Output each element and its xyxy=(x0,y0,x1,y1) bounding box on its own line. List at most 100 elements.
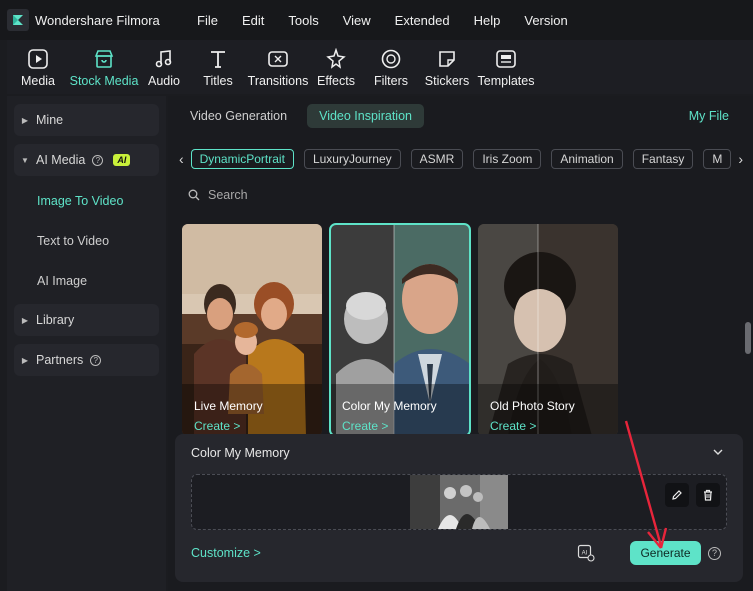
toolbar-templates[interactable]: Templates xyxy=(475,40,537,94)
sidebar-item-mine[interactable]: ▶ Mine xyxy=(14,104,159,136)
toolbar-transitions[interactable]: Transitions xyxy=(247,40,309,94)
pencil-icon xyxy=(672,490,682,500)
caret-right-icon: ▶ xyxy=(21,315,29,325)
toolbar-label: Templates xyxy=(477,74,535,88)
menu-version[interactable]: Version xyxy=(512,13,579,28)
template-card-color-my-memory[interactable]: Color My Memory Create > xyxy=(329,223,471,437)
chip-animation[interactable]: Animation xyxy=(551,149,623,169)
search-icon xyxy=(188,189,200,201)
chevron-down-icon[interactable] xyxy=(713,448,723,456)
menu-bar: File Edit Tools View Extended Help Versi… xyxy=(185,13,580,28)
caret-right-icon: ▶ xyxy=(21,115,29,125)
generate-button[interactable]: Generate xyxy=(630,541,701,565)
chip-iris-zoom[interactable]: Iris Zoom xyxy=(473,149,542,169)
create-link[interactable]: Create > xyxy=(490,419,536,433)
menu-help[interactable]: Help xyxy=(462,13,513,28)
trash-icon xyxy=(704,489,712,501)
sub-tabs: Video Generation Video Inspiration xyxy=(178,104,432,128)
caret-down-icon: ▼ xyxy=(21,155,29,165)
chip-luxury-journey[interactable]: LuxuryJourney xyxy=(303,149,401,169)
toolbar-label: Filters xyxy=(373,74,409,88)
panel-title: Color My Memory xyxy=(191,446,290,460)
card-title: Color My Memory xyxy=(342,399,437,413)
sidebar-item-image-to-video[interactable]: Image To Video xyxy=(37,194,123,208)
sidebar-item-ai-image[interactable]: AI Image xyxy=(37,274,87,288)
sidebar-item-ai-media[interactable]: ▼ AI Media ? AI xyxy=(14,144,159,176)
uploaded-image-thumbnail xyxy=(410,475,508,529)
category-chips: ‹ DynamicPortrait LuxuryJourney ASMR Iri… xyxy=(176,149,746,169)
image-upload-area[interactable] xyxy=(191,474,727,530)
chevron-right-icon[interactable]: › xyxy=(735,151,746,167)
search-box[interactable]: Search xyxy=(188,188,248,202)
toolbar-audio[interactable]: Audio xyxy=(139,40,189,94)
scrollbar-thumb[interactable] xyxy=(745,322,751,354)
card-title: Live Memory xyxy=(194,399,263,413)
toolbar-label: Transitions xyxy=(247,74,309,88)
chevron-left-icon[interactable]: ‹ xyxy=(176,151,187,167)
main-toolbar: Media Stock Media Audio Titles Transitio… xyxy=(7,40,753,94)
toolbar-stickers[interactable]: Stickers xyxy=(419,40,475,94)
tab-video-inspiration[interactable]: Video Inspiration xyxy=(307,104,424,128)
template-card-old-photo-story[interactable]: Old Photo Story Create > xyxy=(478,224,618,436)
sidebar-item-partners[interactable]: ▶ Partners ? xyxy=(14,344,159,376)
effects-icon xyxy=(326,48,346,69)
sidebar-item-label: AI Media xyxy=(36,153,86,167)
create-link[interactable]: Create > xyxy=(194,419,240,433)
sidebar-item-library[interactable]: ▶ Library xyxy=(14,304,159,336)
toolbar-titles[interactable]: Titles xyxy=(189,40,247,94)
search-input[interactable]: Search xyxy=(208,188,248,202)
create-link[interactable]: Create > xyxy=(342,419,388,433)
chip-more[interactable]: M xyxy=(703,149,732,169)
music-note-icon xyxy=(155,50,172,68)
filmora-logo-icon xyxy=(7,9,29,31)
family-photo-image xyxy=(410,475,508,529)
menu-view[interactable]: View xyxy=(331,13,383,28)
sidebar-item-label: Partners xyxy=(36,353,84,367)
menu-extended[interactable]: Extended xyxy=(383,13,462,28)
chip-fantasy[interactable]: Fantasy xyxy=(632,149,694,169)
menu-tools[interactable]: Tools xyxy=(276,13,330,28)
template-detail-panel: Color My Memory Customize > AI Generate … xyxy=(175,434,743,582)
toolbar-label: Titles xyxy=(203,74,233,88)
app-title: Wondershare Filmora xyxy=(35,12,160,28)
svg-text:AI: AI xyxy=(582,551,588,557)
toolbar-filters[interactable]: Filters xyxy=(363,40,419,94)
menu-file[interactable]: File xyxy=(185,13,230,28)
card-title: Old Photo Story xyxy=(490,399,575,413)
toolbar-label: Audio xyxy=(148,74,180,88)
stock-media-icon xyxy=(94,50,114,68)
customize-link[interactable]: Customize > xyxy=(191,546,261,560)
tab-video-generation[interactable]: Video Generation xyxy=(178,104,299,128)
toolbar-label: Stock Media xyxy=(69,74,139,88)
sidebar-item-label: Mine xyxy=(36,113,64,127)
templates-icon xyxy=(496,50,516,68)
template-card-live-memory[interactable]: Live Memory Create > xyxy=(182,224,322,436)
sidebar-item-label: Library xyxy=(36,313,75,327)
help-icon[interactable]: ? xyxy=(708,547,721,560)
toolbar-effects[interactable]: Effects xyxy=(309,40,363,94)
toolbar-stock-media[interactable]: Stock Media xyxy=(69,40,139,94)
help-icon[interactable]: ? xyxy=(90,354,102,366)
toolbar-media[interactable]: Media xyxy=(7,40,69,94)
edit-image-button[interactable] xyxy=(665,483,689,507)
caret-right-icon: ▶ xyxy=(21,355,29,365)
sidebar-item-text-to-video[interactable]: Text to Video xyxy=(37,234,109,248)
chip-asmr[interactable]: ASMR xyxy=(410,149,464,169)
title-bar: Wondershare Filmora File Edit Tools View… xyxy=(0,0,753,40)
chip-dynamic-portrait[interactable]: DynamicPortrait xyxy=(190,149,294,169)
menu-edit[interactable]: Edit xyxy=(230,13,276,28)
ai-badge: AI xyxy=(113,154,131,166)
help-icon[interactable]: ? xyxy=(92,154,104,166)
delete-image-button[interactable] xyxy=(696,483,720,507)
media-icon xyxy=(28,49,48,69)
stickers-icon xyxy=(439,51,455,67)
toolbar-label: Effects xyxy=(317,74,355,88)
filters-icon xyxy=(381,49,401,69)
ai-settings-icon[interactable]: AI xyxy=(577,544,595,562)
toolbar-label: Media xyxy=(20,74,56,88)
left-sidebar: ▶ Mine ▼ AI Media ? AI Image To Video Te… xyxy=(7,96,166,591)
my-file-link[interactable]: My File xyxy=(689,109,729,123)
text-t-icon xyxy=(211,51,225,68)
toolbar-label: Stickers xyxy=(424,74,470,88)
transitions-icon xyxy=(268,51,288,67)
